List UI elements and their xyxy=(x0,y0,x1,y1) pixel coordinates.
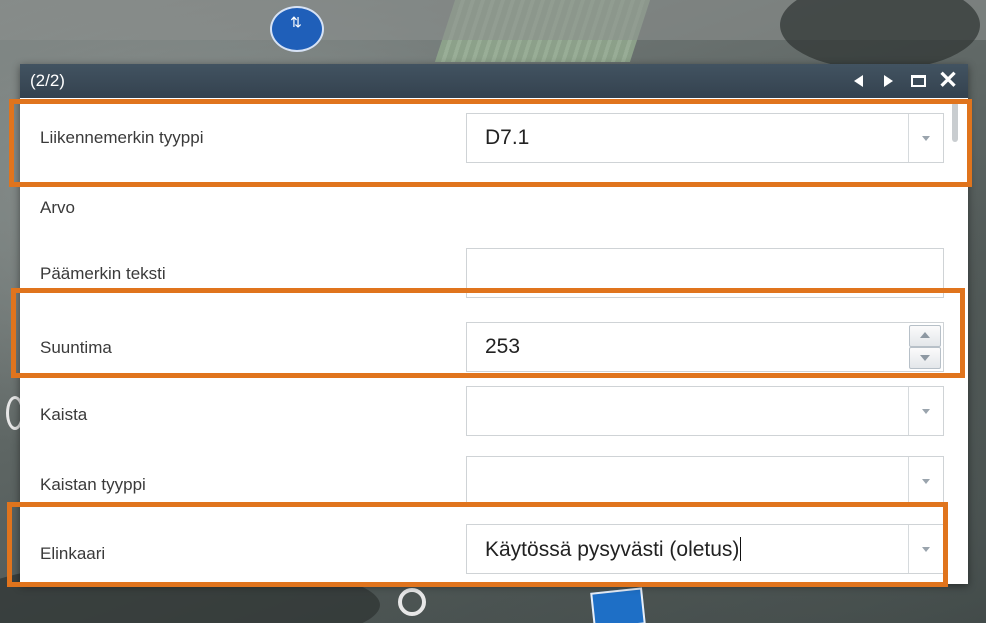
field-label: Päämerkin teksti xyxy=(40,264,166,283)
lane-type-dropdown[interactable] xyxy=(466,456,944,506)
form-row-liikennemerkin-tyyppi: Liikennemerkin tyyppi D7.1 xyxy=(20,98,960,168)
form-row-suuntima: Suuntima 253 xyxy=(20,308,960,378)
lane-dropdown[interactable] xyxy=(466,386,944,436)
sign-type-dropdown[interactable]: D7.1 xyxy=(466,113,944,163)
form-row-elinkaari: Elinkaari Käytössä pysyvästi (oletus) xyxy=(20,518,960,584)
next-feature-button[interactable] xyxy=(876,69,900,93)
chevron-down-icon xyxy=(922,409,930,414)
dropdown-arrow-button[interactable] xyxy=(908,114,943,162)
field-label: Elinkaari xyxy=(40,544,106,563)
field-value: Käytössä pysyvästi (oletus) xyxy=(485,537,742,561)
close-icon: ✕ xyxy=(937,67,959,94)
number-spinner xyxy=(909,325,941,369)
feature-popup: (2/2) ✕ Liikennemerkin tyyppi D7.1 Arvo xyxy=(20,64,968,584)
close-button[interactable]: ✕ xyxy=(936,69,960,93)
triangle-right-icon xyxy=(883,75,893,87)
map-marker-icon[interactable] xyxy=(398,588,426,616)
map-traffic-sign-icon[interactable] xyxy=(590,587,646,623)
popup-title: (2/2) xyxy=(30,71,65,90)
field-label: Suuntima xyxy=(40,338,112,357)
dropdown-arrow-button[interactable] xyxy=(908,457,943,505)
form-row-kaistan-tyyppi: Kaistan tyyppi xyxy=(20,448,960,518)
text-cursor xyxy=(740,537,742,561)
popup-form: Liikennemerkin tyyppi D7.1 Arvo Päämerki… xyxy=(20,98,968,584)
maximize-icon xyxy=(910,75,926,87)
popup-controls: ✕ xyxy=(846,69,960,93)
field-label: Kaista xyxy=(40,405,88,424)
chevron-down-icon xyxy=(920,355,930,361)
field-value: D7.1 xyxy=(485,126,530,149)
field-label: Kaistan tyyppi xyxy=(40,475,146,494)
chevron-down-icon xyxy=(922,547,930,552)
form-row-kaista: Kaista xyxy=(20,378,960,448)
popup-titlebar: (2/2) ✕ xyxy=(20,64,968,98)
chevron-down-icon xyxy=(922,136,930,141)
bearing-number-input[interactable]: 253 xyxy=(466,322,944,372)
map-traffic-sign-icon[interactable]: ⇅ xyxy=(270,6,324,52)
lifecycle-dropdown[interactable]: Käytössä pysyvästi (oletus) xyxy=(466,524,944,574)
increment-button[interactable] xyxy=(909,325,941,347)
chevron-up-icon xyxy=(920,332,930,338)
chevron-down-icon xyxy=(922,479,930,484)
dropdown-arrow-button[interactable] xyxy=(908,525,943,573)
maximize-button[interactable] xyxy=(906,69,930,93)
form-scrollbar[interactable] xyxy=(952,102,958,142)
form-row-paamerkin-teksti: Päämerkin teksti xyxy=(20,238,960,308)
field-value: 253 xyxy=(485,335,521,358)
field-label: Liikennemerkin tyyppi xyxy=(40,128,204,147)
dropdown-arrow-button[interactable] xyxy=(908,387,943,435)
field-label: Arvo xyxy=(40,198,75,217)
previous-feature-button[interactable] xyxy=(846,69,870,93)
triangle-left-icon xyxy=(853,75,863,87)
main-sign-text-input[interactable] xyxy=(466,248,944,292)
decrement-button[interactable] xyxy=(909,347,941,369)
form-row-arvo: Arvo xyxy=(20,168,960,298)
map-shadow xyxy=(780,0,980,70)
